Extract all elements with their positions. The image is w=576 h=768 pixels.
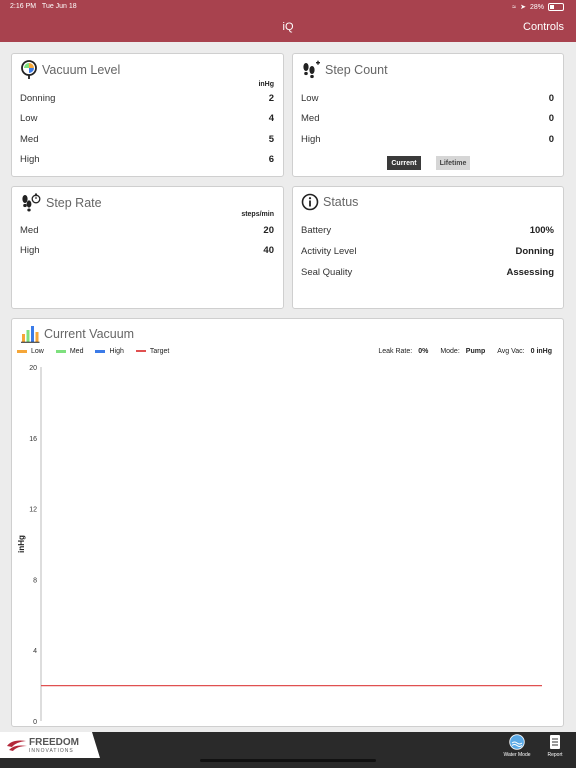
vacuum-row: Donning 2 (20, 93, 274, 107)
gauge-icon (21, 60, 37, 79)
row-value: 0 (548, 134, 554, 145)
row-label: Med (301, 113, 320, 124)
row-label: Seal Quality (301, 267, 353, 278)
row-label: High (20, 154, 40, 165)
row-label: High (20, 245, 40, 256)
status-time: 2:16 PM Tue Jun 18 (10, 3, 77, 10)
logo-line2: INNOVATIONS (29, 748, 74, 754)
nav-title: iQ (282, 21, 294, 33)
vacuum-unit: inHg (258, 81, 274, 88)
step-count-row: High 0 (301, 134, 554, 148)
y-tick-label: 16 (29, 436, 37, 443)
row-value: 2 (268, 93, 274, 104)
y-tick-label: 12 (29, 507, 37, 514)
logo-line1: FREEDOM (29, 737, 79, 748)
lifetime-toggle-button[interactable]: Lifetime (436, 156, 470, 170)
water-drop-icon (509, 734, 525, 750)
report-button[interactable]: Report (540, 734, 570, 758)
location-icon: ➤ (520, 4, 526, 11)
step-count-title: Step Count (325, 63, 388, 77)
step-rate-card: Step Rate steps/min Med 20 High 40 (11, 186, 284, 309)
bottom-bar: FREEDOM INNOVATIONS Water Mode Report (0, 732, 576, 768)
row-value: 40 (263, 245, 274, 256)
status-bar: 2:16 PM Tue Jun 18 ≈ ➤ 28% (0, 0, 576, 14)
status-row: Activity Level Donning (301, 246, 554, 260)
nav-bar: iQ Controls (0, 14, 576, 42)
vacuum-row: Med 5 (20, 134, 274, 148)
row-label: Med (20, 225, 39, 236)
step-rate-row: Med 20 (20, 225, 274, 239)
footsteps-timer-icon (22, 193, 41, 212)
y-tick-label: 0 (33, 719, 37, 726)
step-rate-title: Step Rate (46, 196, 102, 210)
row-value: 20 (263, 225, 274, 236)
row-label: Low (20, 113, 38, 124)
vacuum-row: High 6 (20, 154, 274, 168)
vacuum-row: Low 4 (20, 113, 274, 127)
row-label: Donning (20, 93, 56, 104)
status-title: Status (323, 195, 359, 209)
battery-icon (548, 3, 564, 11)
water-mode-button[interactable]: Water Mode (498, 734, 536, 758)
footsteps-plus-icon (303, 60, 320, 79)
freedom-logo: FREEDOM INNOVATIONS (0, 732, 100, 758)
y-axis-label: inHg (17, 535, 26, 553)
status-header: Status (301, 193, 358, 211)
row-label: Activity Level (301, 246, 357, 257)
vacuum-level-header: Vacuum Level (20, 60, 120, 80)
battery-percent: 28% (529, 3, 544, 11)
y-tick-label: 4 (33, 648, 37, 655)
row-value: Donning (515, 246, 554, 257)
row-value: 4 (268, 113, 274, 124)
row-value: 0 (548, 113, 554, 124)
vacuum-level-title: Vacuum Level (42, 63, 121, 77)
logo-swoosh-icon (7, 740, 27, 751)
y-tick-label: 20 (29, 365, 37, 372)
row-value: Assessing (506, 267, 554, 278)
status-right: ≈ ➤ 28% (512, 3, 564, 11)
report-label: Report (547, 752, 563, 758)
row-value: 100% (529, 225, 554, 236)
report-icon (550, 735, 560, 749)
status-row: Seal Quality Assessing (301, 267, 554, 281)
current-vacuum-card: Current Vacuum Low Med High Target Leak … (11, 318, 564, 727)
info-icon (301, 193, 319, 211)
row-label: Low (301, 93, 319, 104)
step-rate-header: Step Rate (20, 193, 102, 213)
step-rate-row: High 40 (20, 245, 274, 259)
vacuum-level-card: Vacuum Level inHg Donning 2 Low 4 Med 5 Hig… (11, 53, 284, 177)
current-toggle-button[interactable]: Current (387, 156, 421, 170)
row-value: 5 (268, 134, 274, 145)
controls-button[interactable]: Controls (523, 21, 564, 33)
vacuum-chart: 20 16 12 8 4 0 inHg (17, 365, 542, 726)
y-tick-label: 8 (33, 577, 37, 584)
row-label: Battery (301, 225, 332, 236)
row-label: High (301, 134, 321, 145)
step-count-header: Step Count (301, 60, 388, 80)
wifi-icon: ≈ (512, 3, 517, 11)
step-count-card: Step Count Low 0 Med 0 High 0 Current Lifet… (292, 53, 564, 177)
step-count-row: Low 0 (301, 93, 554, 107)
status-card: Status Battery 100% Activity Level Donning… (292, 186, 564, 309)
home-indicator[interactable] (200, 759, 376, 762)
step-rate-unit: steps/min (241, 211, 274, 218)
row-label: Med (20, 134, 39, 145)
step-count-row: Med 0 (301, 113, 554, 127)
water-mode-label: Water Mode (503, 752, 531, 758)
row-value: 0 (548, 93, 554, 104)
row-value: 6 (268, 154, 274, 165)
status-row: Battery 100% (301, 225, 554, 239)
